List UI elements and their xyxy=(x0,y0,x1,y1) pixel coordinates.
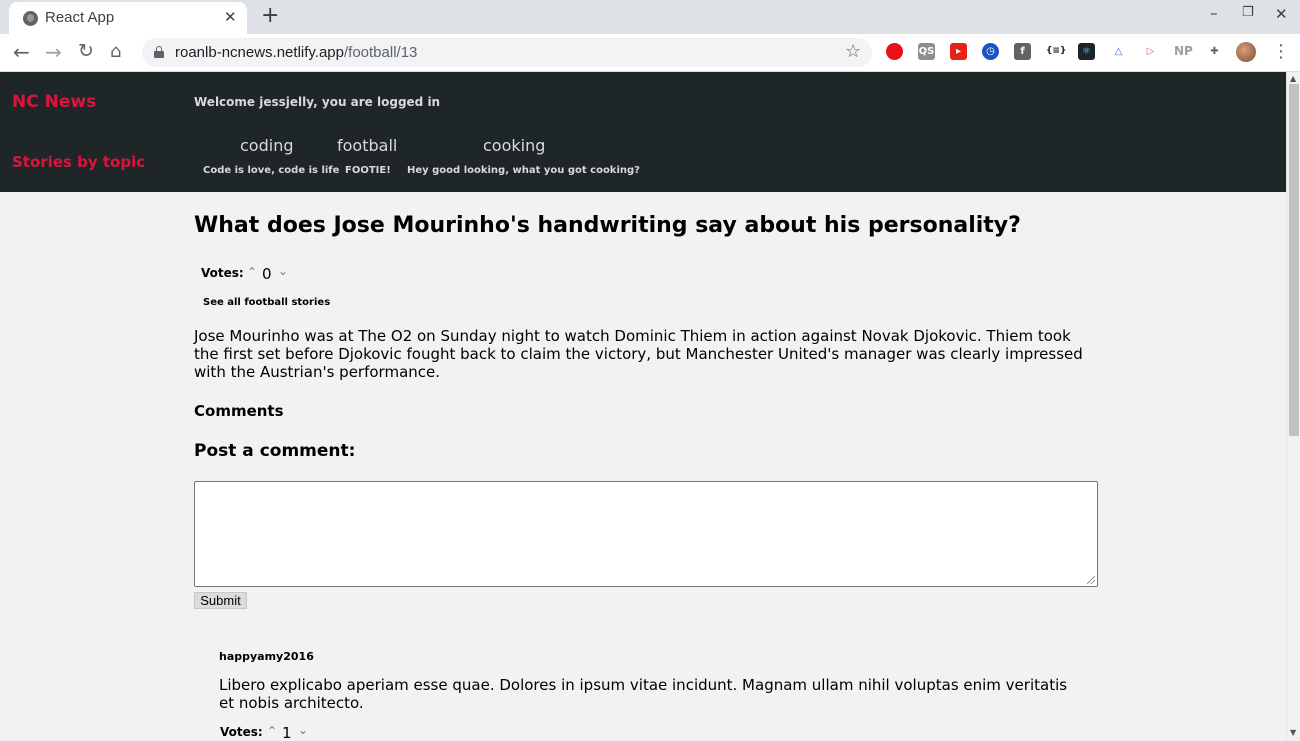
topic-link-football[interactable]: football xyxy=(337,136,397,155)
site-brand[interactable]: NC News xyxy=(12,92,96,112)
lock-icon xyxy=(154,46,164,58)
url-text: roanlb-ncnews.netlify.app/football/13 xyxy=(175,44,418,61)
upvote-chevron-icon[interactable]: ⌃ xyxy=(247,265,257,279)
topic-name: cooking xyxy=(483,136,546,155)
stories-by-topic-label: Stories by topic xyxy=(12,153,146,171)
votes-label: Votes: xyxy=(201,266,244,280)
clock-icon[interactable]: ◷ xyxy=(982,43,999,60)
article-title: What does Jose Mourinho's handwriting sa… xyxy=(194,213,1021,238)
comments-heading: Comments xyxy=(194,402,284,420)
tab-strip: React App ✕ + – ❐ ✕ xyxy=(0,0,1300,34)
browser-menu-icon[interactable]: ⋮ xyxy=(1272,41,1290,62)
page-scrollbar[interactable]: ▲ ▼ xyxy=(1286,72,1300,741)
scroll-down-arrow-icon[interactable]: ▼ xyxy=(1290,728,1296,737)
np-icon[interactable]: NP xyxy=(1174,43,1193,60)
comment-upvote-chevron-icon[interactable]: ⌃ xyxy=(267,724,277,738)
puzzle-icon[interactable]: ✚ xyxy=(1206,43,1223,60)
vote-count: 0 xyxy=(262,265,272,283)
address-bar[interactable]: roanlb-ncnews.netlify.app/football/13 ☆ xyxy=(142,38,872,67)
facebook-icon[interactable]: f xyxy=(1014,43,1031,60)
comment-votes-label: Votes: xyxy=(220,725,263,739)
back-arrow-icon[interactable]: ← xyxy=(13,40,30,64)
comment-downvote-chevron-icon[interactable]: ⌄ xyxy=(298,723,308,737)
article-body: Jose Mourinho was at The O2 on Sunday ni… xyxy=(194,327,1083,381)
window-close-icon[interactable]: ✕ xyxy=(1275,5,1288,23)
scroll-thumb[interactable] xyxy=(1289,84,1299,436)
restore-icon[interactable]: ❐ xyxy=(1242,5,1254,20)
topic-description: Hey good looking, what you got cooking? xyxy=(407,165,640,176)
downvote-chevron-icon[interactable]: ⌄ xyxy=(278,264,288,278)
topic-description: Code is love, code is life xyxy=(203,165,340,176)
browser-toolbar: ← → ↻ ⌂ roanlb-ncnews.netlify.app/footba… xyxy=(0,34,1300,72)
comment-vote-count: 1 xyxy=(282,724,292,741)
topic-name: coding xyxy=(240,136,294,155)
welcome-message: Welcome jessjelly, you are logged in xyxy=(194,95,441,109)
scroll-up-arrow-icon[interactable]: ▲ xyxy=(1290,74,1296,83)
comment-textarea[interactable] xyxy=(194,481,1098,587)
bookmark-star-icon[interactable]: ☆ xyxy=(845,41,861,62)
site-header: NC News Stories by topic Welcome jessjel… xyxy=(0,72,1286,192)
resize-handle-icon[interactable] xyxy=(1087,576,1095,584)
qs-icon[interactable]: QS xyxy=(918,43,935,60)
new-tab-button[interactable]: + xyxy=(261,3,279,28)
comment-author: happyamy2016 xyxy=(219,650,314,663)
tab-title: React App xyxy=(45,9,115,26)
minimize-icon[interactable]: – xyxy=(1210,4,1218,22)
reload-icon[interactable]: ↻ xyxy=(78,40,94,62)
home-icon[interactable]: ⌂ xyxy=(110,41,121,62)
forward-arrow-icon[interactable]: → xyxy=(45,40,62,64)
topic-link-coding[interactable]: coding xyxy=(240,136,293,155)
adblock-icon[interactable] xyxy=(886,43,903,60)
triangle-icon[interactable]: △ xyxy=(1110,43,1127,60)
react-icon[interactable]: ⚛ xyxy=(1078,43,1095,60)
post-comment-heading: Post a comment: xyxy=(194,441,356,461)
submit-button[interactable]: Submit xyxy=(194,592,247,609)
youtube-icon[interactable]: ▸ xyxy=(950,43,967,60)
see-all-stories-link[interactable]: See all football stories xyxy=(203,297,330,308)
browser-tab[interactable]: React App ✕ xyxy=(9,2,247,34)
globe-icon xyxy=(23,11,38,26)
topic-name: football xyxy=(337,136,398,155)
comment-body: Libero explicabo aperiam esse quae. Dolo… xyxy=(219,676,1068,712)
topic-description: FOOTIE! xyxy=(345,165,391,176)
play-icon[interactable]: ▷ xyxy=(1142,43,1159,60)
close-tab-icon[interactable]: ✕ xyxy=(224,8,237,26)
json-icon[interactable]: {≡} xyxy=(1046,43,1066,60)
web-page: NC News Stories by topic Welcome jessjel… xyxy=(0,72,1286,741)
profile-avatar[interactable] xyxy=(1236,42,1256,62)
topic-link-cooking[interactable]: cooking xyxy=(483,136,545,155)
